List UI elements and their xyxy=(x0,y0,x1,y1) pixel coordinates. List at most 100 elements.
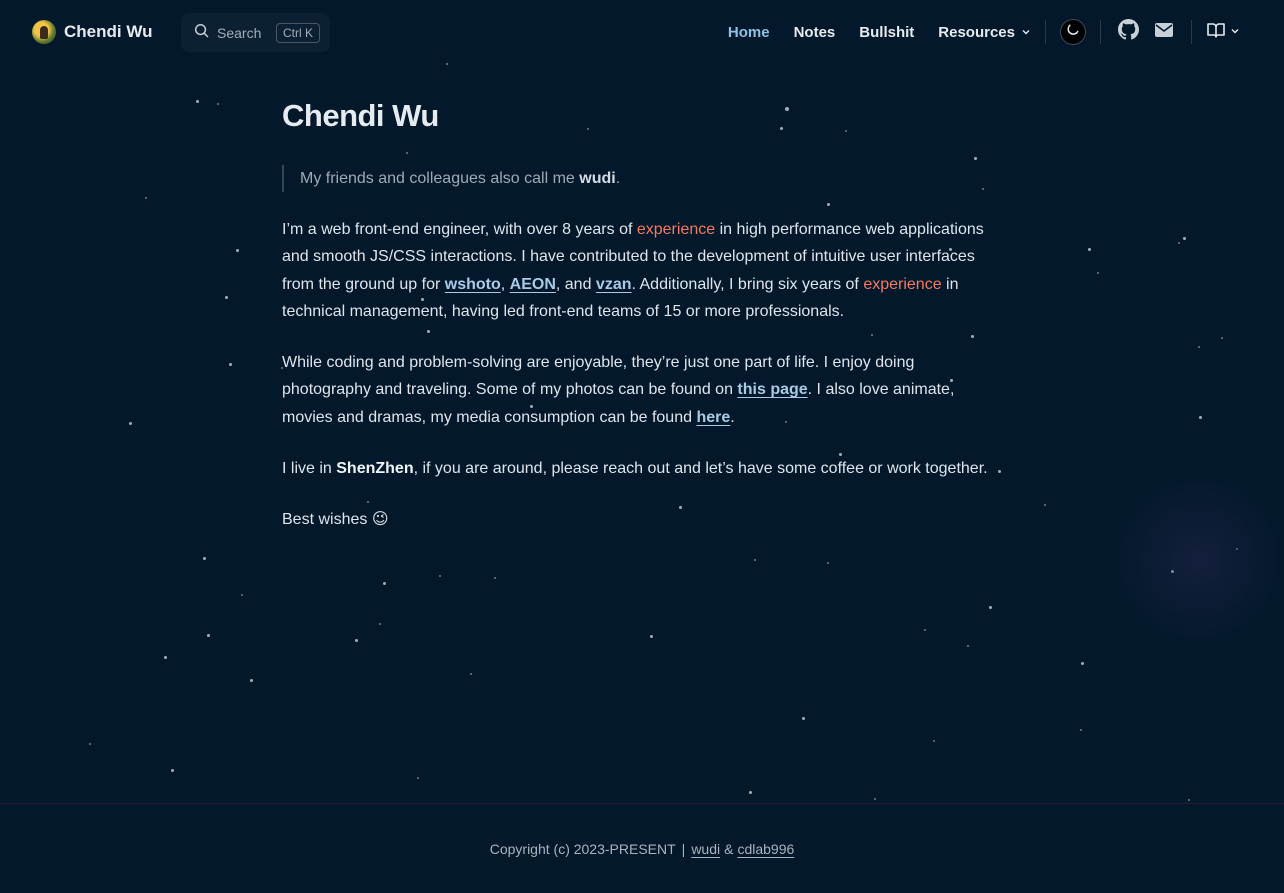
chevron-down-icon xyxy=(1021,24,1031,41)
star xyxy=(802,717,805,720)
nav-notes[interactable]: Notes xyxy=(794,24,836,41)
github-icon xyxy=(1117,19,1139,45)
star xyxy=(754,559,756,561)
footer-separator: | xyxy=(681,840,686,857)
media-link[interactable]: here xyxy=(696,409,730,426)
site-header: Chendi Wu Search Ctrl K Home Notes Bulls… xyxy=(0,0,1284,64)
star xyxy=(355,639,358,642)
aeon-link[interactable]: AEON xyxy=(510,276,556,293)
theme-toggle-button[interactable] xyxy=(1060,19,1086,45)
search-label: Search xyxy=(217,24,262,41)
avatar xyxy=(32,20,56,44)
star xyxy=(827,562,829,564)
nav-divider xyxy=(1045,20,1046,44)
star xyxy=(1097,272,1099,274)
language-menu-button[interactable] xyxy=(1206,19,1240,45)
moon-icon xyxy=(1066,23,1080,42)
star xyxy=(196,100,199,103)
star xyxy=(129,422,132,425)
star xyxy=(383,582,386,585)
book-icon xyxy=(1206,21,1226,44)
highlight-experience: experience xyxy=(636,221,716,238)
nav-bullshit[interactable]: Bullshit xyxy=(859,24,914,41)
highlight-experience: experience xyxy=(863,275,942,293)
star xyxy=(1198,346,1200,348)
star xyxy=(1081,662,1084,665)
star xyxy=(203,557,206,560)
quote-text: My friends and colleagues also call me xyxy=(300,170,580,187)
star xyxy=(1044,504,1046,506)
city-name: ShenZhen xyxy=(336,460,414,478)
text: , xyxy=(500,275,510,293)
search-icon xyxy=(194,23,209,43)
search-button[interactable]: Search Ctrl K xyxy=(181,13,330,52)
star xyxy=(494,577,496,579)
brand-link[interactable]: Chendi Wu xyxy=(32,20,152,44)
main-content: Chendi Wu My friends and colleagues also… xyxy=(282,96,1007,534)
star xyxy=(1088,248,1091,251)
photos-link[interactable]: this page xyxy=(737,381,807,398)
star xyxy=(1188,799,1190,801)
star xyxy=(933,740,935,742)
text: I’m a web front-end engineer, with over … xyxy=(282,221,637,238)
text: , if you are around, please reach out an… xyxy=(413,460,988,478)
quote-end: . xyxy=(615,170,621,187)
star xyxy=(207,634,210,637)
star xyxy=(89,743,91,745)
brand-name: Chendi Wu xyxy=(64,22,153,41)
star xyxy=(1080,729,1082,731)
nav-divider xyxy=(1191,20,1192,44)
star xyxy=(217,103,219,105)
star xyxy=(470,673,472,675)
star xyxy=(1183,237,1186,240)
email-link[interactable] xyxy=(1151,19,1177,45)
star xyxy=(1221,337,1223,339)
main-nav: Home Notes Bullshit Resources xyxy=(728,16,1240,48)
chevron-down-icon xyxy=(1230,23,1240,41)
footer-cdlab-link[interactable]: cdlab996 xyxy=(737,841,794,857)
star xyxy=(924,629,926,631)
text: , and xyxy=(555,275,596,293)
mail-icon xyxy=(1154,22,1174,43)
star xyxy=(874,798,876,800)
intro-quote: My friends and colleagues also call me w… xyxy=(282,165,1007,192)
site-footer: Copyright (c) 2023-PRESENT | wudi & cdla… xyxy=(0,803,1284,893)
nav-resources-label: Resources xyxy=(938,23,1015,41)
nav-home[interactable]: Home xyxy=(728,24,770,41)
nav-divider xyxy=(1100,20,1101,44)
star xyxy=(1199,416,1202,419)
footer-ampersand: & xyxy=(724,840,734,857)
bio-paragraph-work: I’m a web front-end engineer, with over … xyxy=(282,216,1007,325)
search-shortcut: Ctrl K xyxy=(276,22,320,43)
star xyxy=(967,645,969,647)
star xyxy=(250,679,253,682)
star xyxy=(164,656,167,659)
text: . Additionally, I bring six years of xyxy=(631,275,864,293)
wshoto-link[interactable]: wshoto xyxy=(445,276,501,293)
nickname: wudi xyxy=(579,170,616,187)
bio-paragraph-location: I live in ShenZhen, if you are around, p… xyxy=(282,455,1007,482)
star xyxy=(241,594,243,596)
copyright-text: Copyright (c) 2023-PRESENT xyxy=(489,840,676,857)
star xyxy=(439,575,441,577)
star xyxy=(749,791,752,794)
star xyxy=(989,606,992,609)
star xyxy=(236,249,239,252)
star xyxy=(650,635,653,638)
vzan-link[interactable]: vzan xyxy=(596,276,632,293)
nav-resources[interactable]: Resources xyxy=(938,24,1031,41)
bio-paragraph-hobbies: While coding and problem-solving are enj… xyxy=(282,349,1007,431)
github-link[interactable] xyxy=(1115,19,1141,45)
closing-line: Best wishes 😉 xyxy=(282,511,389,529)
star xyxy=(229,363,232,366)
star xyxy=(417,777,419,779)
text: . xyxy=(730,408,735,426)
text: I live in xyxy=(282,460,337,478)
star xyxy=(171,769,174,772)
star xyxy=(379,623,381,625)
page-title: Chendi Wu xyxy=(282,98,439,133)
footer-wudi-link[interactable]: wudi xyxy=(691,841,720,857)
star xyxy=(225,296,228,299)
star xyxy=(1178,242,1180,244)
background-glow xyxy=(1108,470,1284,650)
